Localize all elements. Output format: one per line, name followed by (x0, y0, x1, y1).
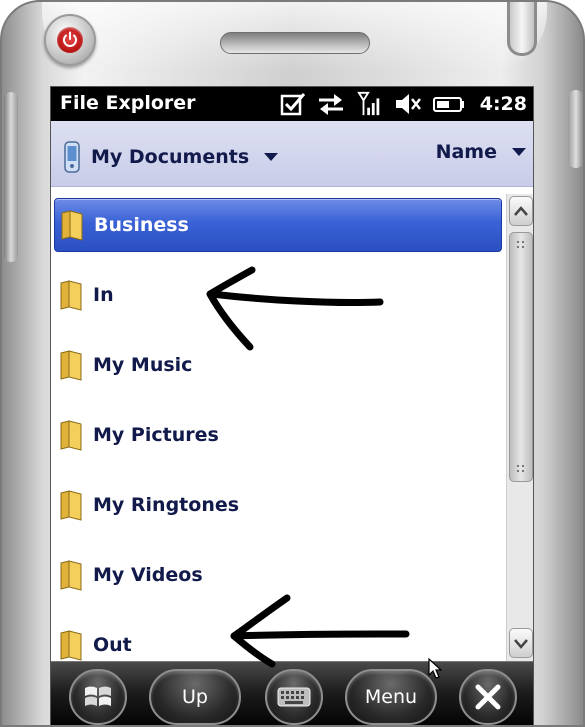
grip-icon (517, 465, 527, 473)
sync-arrows-icon[interactable] (316, 91, 346, 117)
folder-name: In (93, 284, 114, 306)
keyboard-icon (277, 687, 311, 707)
list-item-my-music[interactable]: My Music (54, 338, 502, 392)
list-item-in[interactable]: In (54, 268, 502, 322)
scroll-up-button[interactable] (509, 196, 533, 226)
side-button-left[interactable] (4, 92, 18, 262)
folder-dropdown[interactable]: My Documents (63, 141, 279, 173)
grip-icon (517, 241, 527, 249)
folder-name: My Pictures (93, 424, 219, 446)
current-folder-label: My Documents (91, 146, 250, 168)
power-button[interactable] (44, 14, 96, 66)
app-title: File Explorer (60, 92, 196, 114)
list-item-my-pictures[interactable]: My Pictures (54, 408, 502, 462)
folder-bar: My Documents Name (51, 121, 533, 187)
signal-icon[interactable] (356, 91, 384, 117)
folder-name: My Music (93, 354, 193, 376)
list-item-business[interactable]: Business (54, 198, 502, 252)
windows-start-icon (85, 686, 111, 706)
up-softkey-button[interactable]: Up (149, 669, 241, 725)
softkey-bar: Up Menu (51, 661, 533, 725)
chevron-down-icon (512, 148, 526, 156)
list-item-out[interactable]: Out (54, 618, 502, 663)
menu-softkey-label: Menu (364, 686, 418, 708)
chevron-up-icon (514, 206, 528, 216)
chevron-down-icon (264, 153, 279, 161)
earpiece-speaker (220, 32, 370, 54)
folder-name: My Videos (93, 564, 203, 586)
list-item-my-ringtones[interactable]: My Ringtones (54, 478, 502, 532)
mouse-cursor-icon (428, 658, 442, 679)
folder-icon (60, 350, 82, 381)
menu-softkey-button[interactable]: Menu (345, 669, 437, 725)
folder-icon (60, 560, 82, 591)
folder-icon (60, 490, 82, 521)
title-bar: File Explorer 4:28 (51, 87, 533, 121)
scroll-thumb[interactable] (509, 232, 533, 482)
muted-speaker-icon[interactable] (394, 91, 422, 117)
folder-name: My Ringtones (93, 494, 240, 516)
stylus-slot (507, 2, 537, 56)
close-icon (475, 684, 501, 710)
folder-icon (60, 420, 82, 451)
up-softkey-label: Up (182, 686, 208, 708)
side-button-right[interactable] (568, 90, 583, 168)
device-frame: File Explorer 4:28 My Documents Name Bus… (0, 0, 585, 727)
keyboard-button[interactable] (265, 669, 323, 725)
close-button[interactable] (459, 669, 517, 725)
power-icon (63, 31, 77, 47)
folder-icon (60, 630, 82, 661)
scrollbar[interactable] (506, 194, 533, 664)
list-item-my-videos[interactable]: My Videos (54, 548, 502, 602)
folder-name: Business (94, 214, 189, 236)
device-icon (64, 141, 80, 173)
folder-icon (60, 280, 82, 311)
chevron-down-icon (514, 639, 528, 649)
folder-icon (61, 210, 83, 241)
screen: File Explorer 4:28 My Documents Name Bus… (50, 86, 534, 725)
battery-icon[interactable] (432, 91, 466, 117)
sort-dropdown[interactable]: Name (436, 141, 527, 163)
checkbox-icon[interactable] (280, 91, 306, 117)
folder-list: Business In My Music My Pictures My Ring… (51, 188, 505, 663)
status-icons: 4:28 (280, 90, 527, 118)
sort-label: Name (435, 141, 497, 163)
scroll-down-button[interactable] (509, 628, 533, 658)
folder-name: Out (93, 634, 132, 656)
start-button[interactable] (69, 669, 127, 725)
clock[interactable]: 4:28 (480, 93, 527, 115)
